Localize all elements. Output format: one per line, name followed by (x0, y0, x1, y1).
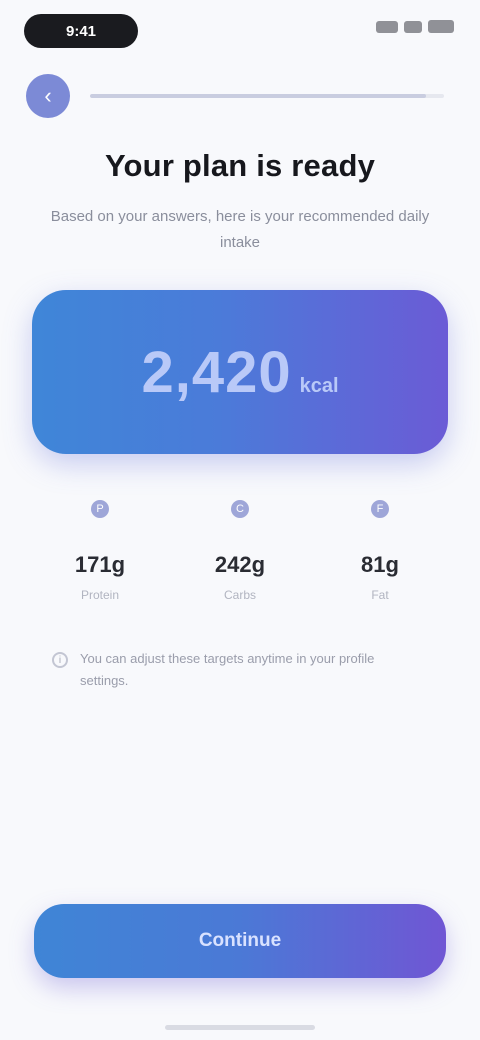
macro-protein: P 171g Protein (40, 500, 160, 610)
macro-label: Carbs (223, 588, 256, 602)
status-icons (376, 20, 454, 33)
macro-breakdown: P 171g Protein C 242g Carbs F 81g Fat (40, 500, 440, 610)
wifi-icon (404, 20, 422, 33)
progress-bar (90, 94, 444, 98)
macro-carbs: C 242g Carbs (180, 500, 300, 610)
page-subtitle: Based on your answers, here is your reco… (50, 208, 430, 251)
page-title: Your plan is ready (104, 148, 376, 183)
progress-fill (90, 94, 427, 98)
macro-value: 242g (214, 552, 266, 577)
home-indicator[interactable] (165, 1025, 315, 1030)
status-bar: 9:41 (0, 0, 480, 64)
macro-label: Protein (80, 588, 120, 602)
calorie-card: 2,420 kcal (32, 290, 448, 454)
status-time: 9:41 (24, 14, 138, 48)
battery-icon (428, 20, 454, 33)
info-icon: i (52, 652, 68, 668)
note-text: You can adjust these targets anytime in … (80, 651, 375, 688)
signal-icon (376, 20, 398, 33)
macro-fat: F 81g Fat (320, 500, 440, 610)
fat-icon: F (371, 500, 389, 518)
continue-button[interactable]: Continue (34, 904, 446, 978)
calorie-unit: kcal (299, 375, 339, 397)
carbs-icon: C (231, 500, 249, 518)
calorie-value: 2,420 (141, 339, 292, 405)
info-note: i You can adjust these targets anytime i… (52, 648, 424, 692)
progress-row: ‹ (26, 74, 444, 118)
plan-ready-screen: 9:41 ‹ Your plan is ready Based on your … (0, 0, 480, 1040)
back-button[interactable]: ‹ (26, 74, 70, 118)
macro-value: 81g (361, 552, 399, 577)
macro-value: 171g (74, 552, 126, 577)
protein-icon: P (91, 500, 109, 518)
chevron-left-icon: ‹ (44, 83, 52, 108)
macro-label: Fat (371, 588, 389, 602)
